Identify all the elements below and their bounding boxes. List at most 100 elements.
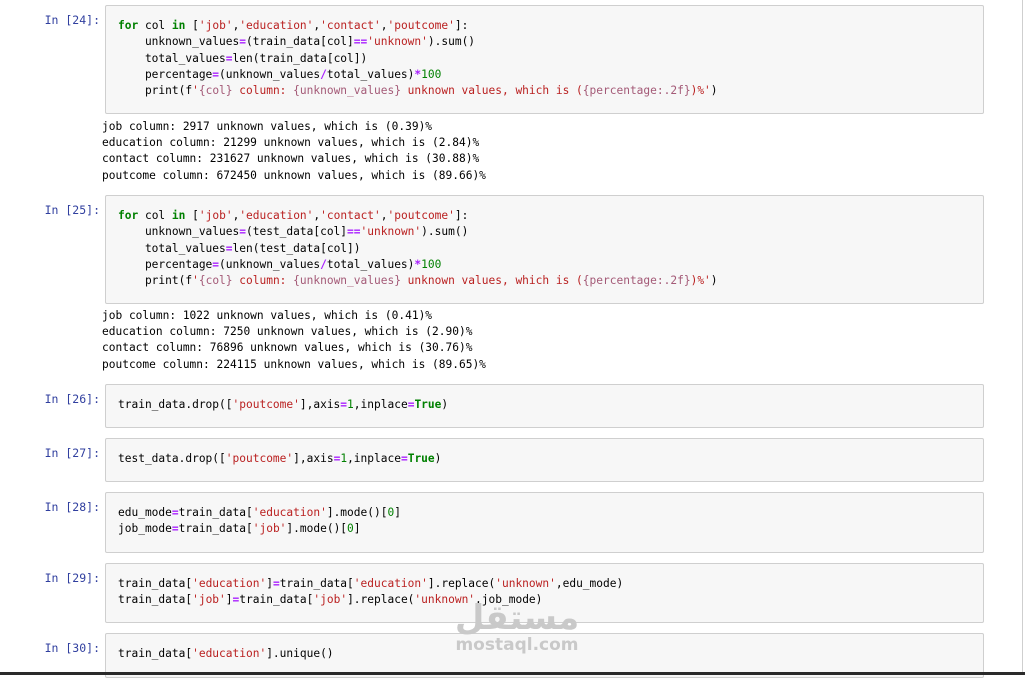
code-area[interactable]: train_data.drop(['poutcome'],axis=1,inpl…: [118, 397, 448, 413]
code-token: ,edu_mode): [555, 577, 624, 590]
code-line: for col in ['job','education','contact',…: [118, 208, 718, 224]
cell-prompt: In [29]:: [44, 571, 100, 585]
code-token: (test_data[col]: [246, 225, 348, 239]
code-token: unknown_values: [118, 35, 240, 49]
code-token: {percentage:.2f}: [582, 84, 691, 98]
code-token: =: [239, 225, 246, 239]
code-token: in: [171, 209, 186, 222]
code-token: ].mode()[: [326, 506, 388, 519]
code-token: =: [225, 241, 233, 255]
code-area[interactable]: for col in ['job','education','contact',…: [118, 208, 718, 289]
code-token: total_values): [326, 257, 415, 271]
code-token: ).sum(): [427, 35, 476, 49]
code-area[interactable]: edu_mode=train_data['education'].mode()[…: [118, 505, 401, 538]
code-token: ,: [380, 19, 388, 32]
code-token: print(f: [118, 84, 193, 98]
code-token: col: [138, 209, 172, 222]
code-token: ): [710, 84, 718, 98]
code-token: train_data[: [178, 522, 253, 536]
code-token: True: [414, 398, 442, 411]
code-line: total_values=len(train_data[col]): [118, 51, 718, 67]
code-token: ==: [347, 225, 361, 239]
code-token: ].replace(: [347, 593, 415, 607]
output-line: education column: 7250 unknown values, w…: [102, 325, 473, 339]
code-line: job_mode=train_data['job'].mode()[0]: [118, 521, 401, 537]
code-token: {unknown_values}: [293, 274, 401, 288]
output-line: job column: 1022 unknown values, which i…: [102, 309, 433, 322]
code-token: ]: [353, 522, 361, 536]
code-token: /: [320, 67, 327, 81]
output-line: contact column: 231627 unknown values, w…: [102, 152, 480, 166]
code-token: percentage: [118, 67, 213, 81]
code-token: len(train_data[col]): [232, 51, 368, 65]
code-token: ): [441, 398, 449, 411]
code-token: percentage: [118, 257, 213, 271]
code-line: print(f'{col} column: {unknown_values} u…: [118, 83, 718, 99]
cell-output: job column: 2917 unknown values, which i…: [102, 119, 486, 184]
code-token: unknown values, which is (: [400, 274, 583, 288]
code-token: 100: [421, 257, 442, 271]
code-token: ,: [380, 209, 388, 222]
code-token: )%': [690, 274, 711, 288]
code-token: 'education': [192, 647, 267, 660]
cell-prompt: In [27]:: [44, 446, 100, 460]
code-token: =: [272, 577, 280, 590]
code-token: 'poutcome': [232, 398, 300, 411]
code-token: train_data[: [118, 577, 193, 590]
code-token: train_data[: [118, 593, 193, 607]
output-line: poutcome column: 224115 unknown values, …: [102, 357, 486, 371]
code-token: ): [434, 452, 442, 465]
code-token: 'education': [252, 506, 327, 519]
code-token: 'job': [198, 209, 233, 222]
code-token: ,inplace: [353, 398, 408, 411]
code-token: print(f: [118, 274, 193, 288]
code-line: total_values=len(test_data[col]): [118, 241, 718, 257]
code-token: train_data[: [118, 647, 193, 660]
output-line: poutcome column: 672450 unknown values, …: [102, 168, 486, 182]
code-token: total_values): [326, 67, 415, 81]
cell-prompt: In [25]:: [44, 203, 100, 217]
code-area[interactable]: for col in ['job','education','contact',…: [118, 18, 718, 99]
code-token: for: [118, 19, 139, 32]
code-token: =: [171, 522, 179, 536]
code-token: train_data[: [279, 577, 354, 590]
code-token: =: [239, 35, 246, 49]
code-token: 'poutcome': [387, 209, 455, 222]
code-token: 0: [347, 522, 354, 536]
code-token: ],axis: [299, 398, 341, 411]
cell-prompt: In [28]:: [44, 500, 100, 514]
code-token: {percentage:.2f}: [582, 274, 691, 288]
code-token: ]:: [454, 19, 469, 32]
code-token: 'contact': [320, 209, 381, 222]
code-token: 'poutcome': [225, 452, 294, 465]
code-token: [: [185, 19, 199, 32]
code-token: 'contact': [320, 19, 381, 32]
code-token: )%': [690, 84, 711, 98]
output-line: education column: 21299 unknown values, …: [102, 136, 480, 150]
code-token: 'poutcome': [387, 19, 455, 32]
watermark-logo: مستقل: [454, 598, 580, 638]
code-area[interactable]: test_data.drop(['poutcome'],axis=1,inpla…: [118, 451, 441, 467]
code-token: ==: [353, 35, 368, 49]
code-token: ': [192, 274, 199, 288]
code-token: =: [225, 51, 233, 65]
code-token: 'unknown': [360, 225, 422, 239]
code-token: 'education': [353, 577, 428, 590]
watermark: مستقل mostaql.com: [452, 600, 582, 654]
output-line: contact column: 76896 unknown values, wh…: [102, 341, 473, 355]
code-token: [: [185, 209, 199, 222]
code-token: 'job': [313, 593, 348, 607]
code-token: =: [171, 506, 179, 519]
code-token: (unknown_values: [219, 67, 321, 81]
cell-output: job column: 1022 unknown values, which i…: [102, 308, 486, 373]
code-token: ': [192, 84, 199, 98]
output-line: job column: 2917 unknown values, which i…: [102, 120, 433, 133]
code-token: for: [118, 209, 139, 222]
code-area[interactable]: train_data['education'].unique(): [118, 646, 334, 662]
code-token: col: [138, 19, 172, 32]
code-token: 'education': [192, 577, 267, 590]
watermark-text: mostaql.com: [455, 635, 579, 655]
code-token: train_data[: [178, 506, 253, 519]
code-token: ],axis: [293, 452, 334, 465]
notebook-edge: [1022, 0, 1023, 675]
